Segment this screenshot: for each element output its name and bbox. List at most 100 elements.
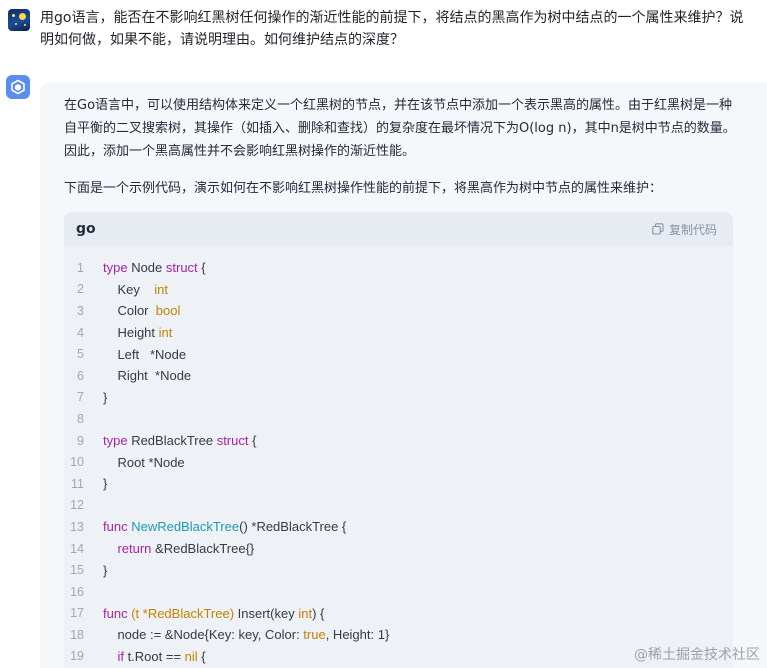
code-line: 12 — [64, 495, 733, 517]
assistant-paragraph: 下面是一个示例代码，演示如何在不影响红黑树操作性能的前提下，将黑高作为树中节点的… — [64, 181, 663, 196]
user-avatar[interactable] — [8, 9, 30, 31]
code-token: type — [103, 260, 128, 276]
code-token: Height — [103, 325, 159, 341]
code-token: bool — [155, 303, 181, 319]
code-token: func — [103, 519, 128, 535]
code-line: 15} — [64, 559, 733, 581]
code-line: 3 Color bool — [64, 300, 733, 322]
watermark-text: @稀土掘金技术社区 — [634, 647, 760, 663]
code-line: 18 node := &Node{Key: key, Color: true, … — [64, 624, 733, 646]
line-number: 9 — [77, 433, 84, 448]
copy-code-button[interactable]: 复制代码 — [652, 221, 717, 238]
line-number: 4 — [77, 325, 84, 340]
chat-page: 用go语言，能否在不影响红黑树任何操作的渐近性能的前提下，将结点的黑高作为树中结… — [0, 0, 767, 668]
code-token: return — [117, 541, 152, 557]
code-token: Node — [127, 260, 166, 276]
code-line: 17 func (t *RedBlackTree) Insert(key int)… — [64, 603, 733, 625]
line-number: 13 — [70, 519, 84, 534]
moon-icon — [19, 13, 26, 20]
code-token: , Height: 1} — [325, 627, 390, 643]
assistant-avatar — [6, 75, 30, 99]
code-token: true — [303, 627, 326, 643]
code-token: int — [158, 325, 173, 341]
code-token: Right *Node — [103, 368, 192, 384]
code-token: { — [197, 648, 206, 664]
star-icon — [24, 24, 26, 26]
code-text: type Node struct { — [103, 260, 206, 275]
line-number: 18 — [70, 627, 84, 642]
line-number: 10 — [70, 455, 84, 470]
code-line: 2 Key int — [64, 279, 733, 301]
code-token: NewRedBlackTree — [131, 519, 240, 535]
code-text: Color bool — [103, 303, 180, 318]
code-token: node := &Node{Key: key, Color: — [103, 627, 304, 643]
code-token: Insert(key — [234, 605, 299, 621]
line-number: 3 — [77, 303, 84, 318]
code-token: { — [197, 260, 206, 276]
line-number: 8 — [77, 411, 84, 426]
line-number: 11 — [71, 476, 84, 491]
code-token: () *RedBlackTree { — [239, 519, 347, 535]
code-token: RedBlackTree — [127, 433, 217, 449]
star-icon — [12, 14, 15, 17]
cube-icon — [11, 79, 25, 95]
code-token: &RedBlackTree{} — [151, 541, 255, 557]
line-number: 16 — [70, 584, 84, 599]
code-token: } — [103, 562, 108, 578]
code-token: } — [103, 476, 108, 492]
code-line: 10 Root *Node — [64, 451, 733, 473]
code-lines: 1 type Node struct {2 Key int 3 Color bool… — [64, 257, 733, 667]
code-line: 13 func NewRedBlackTree() *RedBlackTree { — [64, 516, 733, 538]
code-line: 9 type RedBlackTree struct { — [64, 430, 733, 452]
code-line: 1 type Node struct { — [64, 257, 733, 279]
code-token: func — [103, 605, 128, 621]
code-block: go 复制代码 1 type Node struct {2 Key int 3 Co… — [64, 212, 733, 668]
code-text: func (t *RedBlackTree) Insert(key int) { — [103, 606, 324, 621]
code-text: } — [103, 390, 107, 405]
code-text: if t.Root == nil { — [103, 648, 206, 664]
code-line: 8 — [64, 408, 733, 430]
code-line: 11} — [64, 473, 733, 495]
code-text: Root *Node — [103, 454, 185, 470]
code-text: Left *Node — [103, 347, 186, 362]
code-line: 6 Right *Node — [64, 365, 733, 387]
code-line: 5 Left *Node — [64, 343, 733, 365]
code-token: ) { — [312, 605, 325, 621]
code-token: Root *Node — [103, 454, 185, 470]
copy-icon — [652, 223, 664, 235]
code-text: Height int — [103, 325, 172, 340]
code-token: (t *RedBlackTree) — [131, 605, 235, 621]
code-line: 14 return &RedBlackTree{} — [64, 538, 733, 560]
copy-code-label: 复制代码 — [668, 222, 717, 237]
code-line: 19 if t.Root == nil { — [64, 646, 733, 668]
code-token: Color — [103, 303, 156, 319]
code-text: type RedBlackTree struct { — [103, 433, 256, 448]
code-text: node := &Node{Key: key, Color: true, Hei… — [103, 627, 389, 642]
line-number: 15 — [70, 563, 84, 578]
code-token: Left *Node — [103, 346, 187, 362]
line-number: 17 — [70, 606, 84, 621]
code-text: return &RedBlackTree{} — [103, 541, 254, 556]
star-icon — [15, 23, 17, 25]
line-number: 5 — [77, 347, 84, 362]
line-number: 2 — [77, 282, 84, 297]
code-text: func NewRedBlackTree() *RedBlackTree { — [103, 519, 346, 534]
watermark: @稀土掘金技术社区 — [634, 644, 760, 664]
line-number: 6 — [77, 368, 84, 383]
user-message-text: 用go语言，能否在不影响红黑树任何操作的渐近性能的前提下，将结点的黑高作为树中结… — [40, 10, 744, 48]
code-token: t.Root == — [123, 648, 185, 664]
code-token: int — [298, 605, 313, 621]
code-line: 16 — [64, 581, 733, 603]
code-text: } — [103, 476, 107, 491]
code-token: { — [248, 433, 257, 449]
code-token: } — [103, 389, 108, 405]
code-token: type — [103, 433, 128, 449]
line-number: 1 — [77, 260, 84, 275]
code-header: go 复制代码 — [64, 212, 733, 246]
code-token: Key — [103, 281, 155, 297]
line-number: 19 — [70, 649, 84, 664]
line-number: 14 — [70, 541, 84, 556]
code-language-label: go — [76, 221, 96, 237]
code-token: nil — [184, 648, 198, 664]
